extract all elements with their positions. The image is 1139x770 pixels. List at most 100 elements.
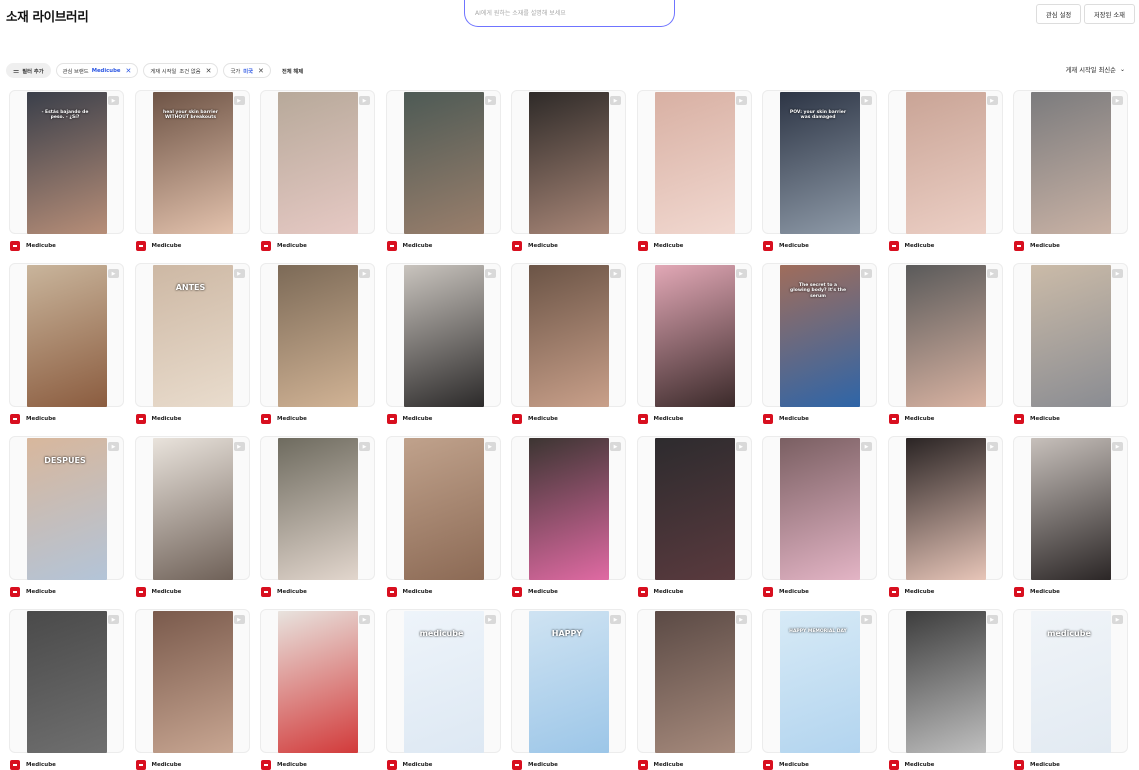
creative-card[interactable]: - Estás bajando de peso. - ¿Sí? ▶ Medicube [9,90,124,251]
creative-card[interactable]: ▶ Medicube [636,609,752,770]
creative-thumbnail[interactable] [278,611,358,753]
creative-card[interactable]: medicube ▶ Medicube [385,609,501,770]
creative-thumbnail[interactable] [905,611,986,753]
brand-logo-icon [888,587,899,597]
creative-card[interactable]: ▶ Medicube [1013,263,1128,424]
creative-thumbnail[interactable]: POV: your skin barrier was damaged [780,92,860,234]
creative-card[interactable]: POV: your skin barrier was damaged ▶ Medic… [762,90,877,251]
creative-thumbnail[interactable] [780,438,860,580]
brand-logo-icon [1014,587,1024,597]
interest-settings-button[interactable]: 관심 설정 [1036,4,1082,24]
creative-thumbnail[interactable] [403,438,484,580]
creative-card[interactable]: ▶ Medicube [762,436,877,597]
creative-card[interactable]: ▶ Medicube [260,263,375,424]
creative-card[interactable]: ▶ Medicube [9,609,124,770]
creative-card[interactable]: ▶ Medicube [134,436,250,597]
creative-card[interactable]: ▶ Medicube [1013,436,1128,597]
creative-thumbnail[interactable] [1031,438,1111,580]
creative-thumbnail[interactable] [654,265,735,407]
brand-row: Medicube [386,760,432,770]
creative-card[interactable]: ▶ Medicube [887,436,1003,597]
creative-thumbnail[interactable] [278,265,358,407]
creative-thumbnail[interactable]: ANTES [152,265,233,407]
creative-card[interactable]: ▶ Medicube [511,436,626,597]
brand-name: Medicube [277,416,307,422]
creative-card[interactable]: ▶ Medicube [887,263,1003,424]
creative-card[interactable]: ▶ Medicube [260,90,375,251]
creative-thumbnail[interactable] [529,92,609,234]
creative-thumbnail[interactable] [529,438,609,580]
creative-thumbnail[interactable] [27,265,107,407]
creative-card[interactable]: ▶ Medicube [636,90,752,251]
creative-card[interactable]: ▶ Medicube [887,609,1003,770]
brand-logo-icon [10,241,20,251]
close-icon[interactable]: ✕ [125,67,131,75]
creative-card[interactable]: heal your skin barrier WITHOUT breakouts… [134,90,250,251]
ai-search-box[interactable] [464,0,675,27]
creative-card[interactable]: ▶ Medicube [636,263,752,424]
video-icon: ▶ [359,269,370,278]
creative-thumbnail[interactable] [654,92,735,234]
creative-card[interactable]: ▶ Medicube [511,90,626,251]
reset-filters-button[interactable]: 전체 해제 [276,67,303,75]
creative-thumbnail[interactable]: medicube [403,611,484,753]
video-icon: ▶ [484,615,496,624]
brand-name: Medicube [528,589,558,595]
creative-card[interactable]: ▶ Medicube [385,90,501,251]
creative-thumbnail[interactable] [654,611,735,753]
creative-card[interactable]: ▶ Medicube [1013,90,1128,251]
creative-card[interactable]: ▶ Medicube [260,436,375,597]
creative-thumbnail[interactable] [152,438,233,580]
creative-thumbnail[interactable] [278,92,358,234]
creative-thumbnail[interactable]: The secret to a glowing body? It's the s… [780,265,860,407]
creative-card[interactable]: ▶ Medicube [636,436,752,597]
creative-thumbnail[interactable] [654,438,735,580]
creative-thumbnail[interactable] [27,611,107,753]
creative-thumbnail[interactable] [152,611,233,753]
sort-dropdown[interactable]: 게재 시작일 최신순 ⌄ [1066,65,1125,74]
ai-search-input[interactable] [465,0,674,27]
creative-thumbnail[interactable]: medicube [1031,611,1111,753]
add-filter-button[interactable]: ⚌ 필터 추가 [6,63,51,78]
creative-card[interactable]: HAPPY ▶ Medicube [511,609,626,770]
brand-name: Medicube [653,416,684,422]
creative-thumbnail[interactable] [905,438,986,580]
creative-card[interactable]: ▶ Medicube [385,436,501,597]
filter-chip-brand[interactable]: 관심 브랜드 Medicube ✕ [55,63,139,78]
creative-thumbnail[interactable] [403,265,484,407]
creative-thumbnail[interactable] [905,265,986,407]
creative-thumbnail[interactable]: HAPPY [529,611,609,753]
creative-card[interactable]: medicube ▶ Medicube [1013,609,1128,770]
creative-thumbnail[interactable]: heal your skin barrier WITHOUT breakouts [152,92,233,234]
creative-card[interactable]: HAPPY MEMORIAL DAY ▶ Medicube [762,609,877,770]
brand-logo-icon [135,414,146,424]
creative-thumbnail[interactable] [278,438,358,580]
creative-card[interactable]: ▶ Medicube [511,263,626,424]
brand-row: Medicube [512,760,558,770]
creative-card[interactable]: ▶ Medicube [134,609,250,770]
creative-thumbnail[interactable] [529,265,609,407]
creative-thumbnail[interactable]: DESPUES [27,438,107,580]
creative-thumbnail[interactable] [1031,265,1111,407]
filter-chip-start-date[interactable]: 게재 시작일 조건 없음 ✕ [143,63,219,78]
brand-logo-icon [261,241,271,251]
creative-card[interactable]: ▶ Medicube [887,90,1003,251]
creative-thumbnail[interactable] [1031,92,1111,234]
saved-creatives-button[interactable]: 저장된 소재 [1084,4,1135,24]
creative-thumbnail[interactable]: - Estás bajando de peso. - ¿Sí? [27,92,107,234]
close-icon[interactable]: ✕ [258,67,264,75]
creative-card[interactable]: The secret to a glowing body? It's the s… [762,263,877,424]
creative-card[interactable]: ▶ Medicube [9,263,124,424]
video-icon: ▶ [986,96,998,105]
creative-thumbnail[interactable] [905,92,986,234]
close-icon[interactable]: ✕ [206,67,212,75]
video-icon: ▶ [108,269,119,278]
creative-card[interactable]: ▶ Medicube [385,263,501,424]
filter-chip-country[interactable]: 국가 미국 ✕ [223,63,271,78]
creative-thumbnail[interactable]: HAPPY MEMORIAL DAY [780,611,860,753]
creative-card[interactable]: ANTES ▶ Medicube [134,263,250,424]
add-filter-label: 필터 추가 [22,68,44,75]
creative-card[interactable]: ▶ Medicube [260,609,375,770]
creative-thumbnail[interactable] [403,92,484,234]
creative-card[interactable]: DESPUES ▶ Medicube [9,436,124,597]
